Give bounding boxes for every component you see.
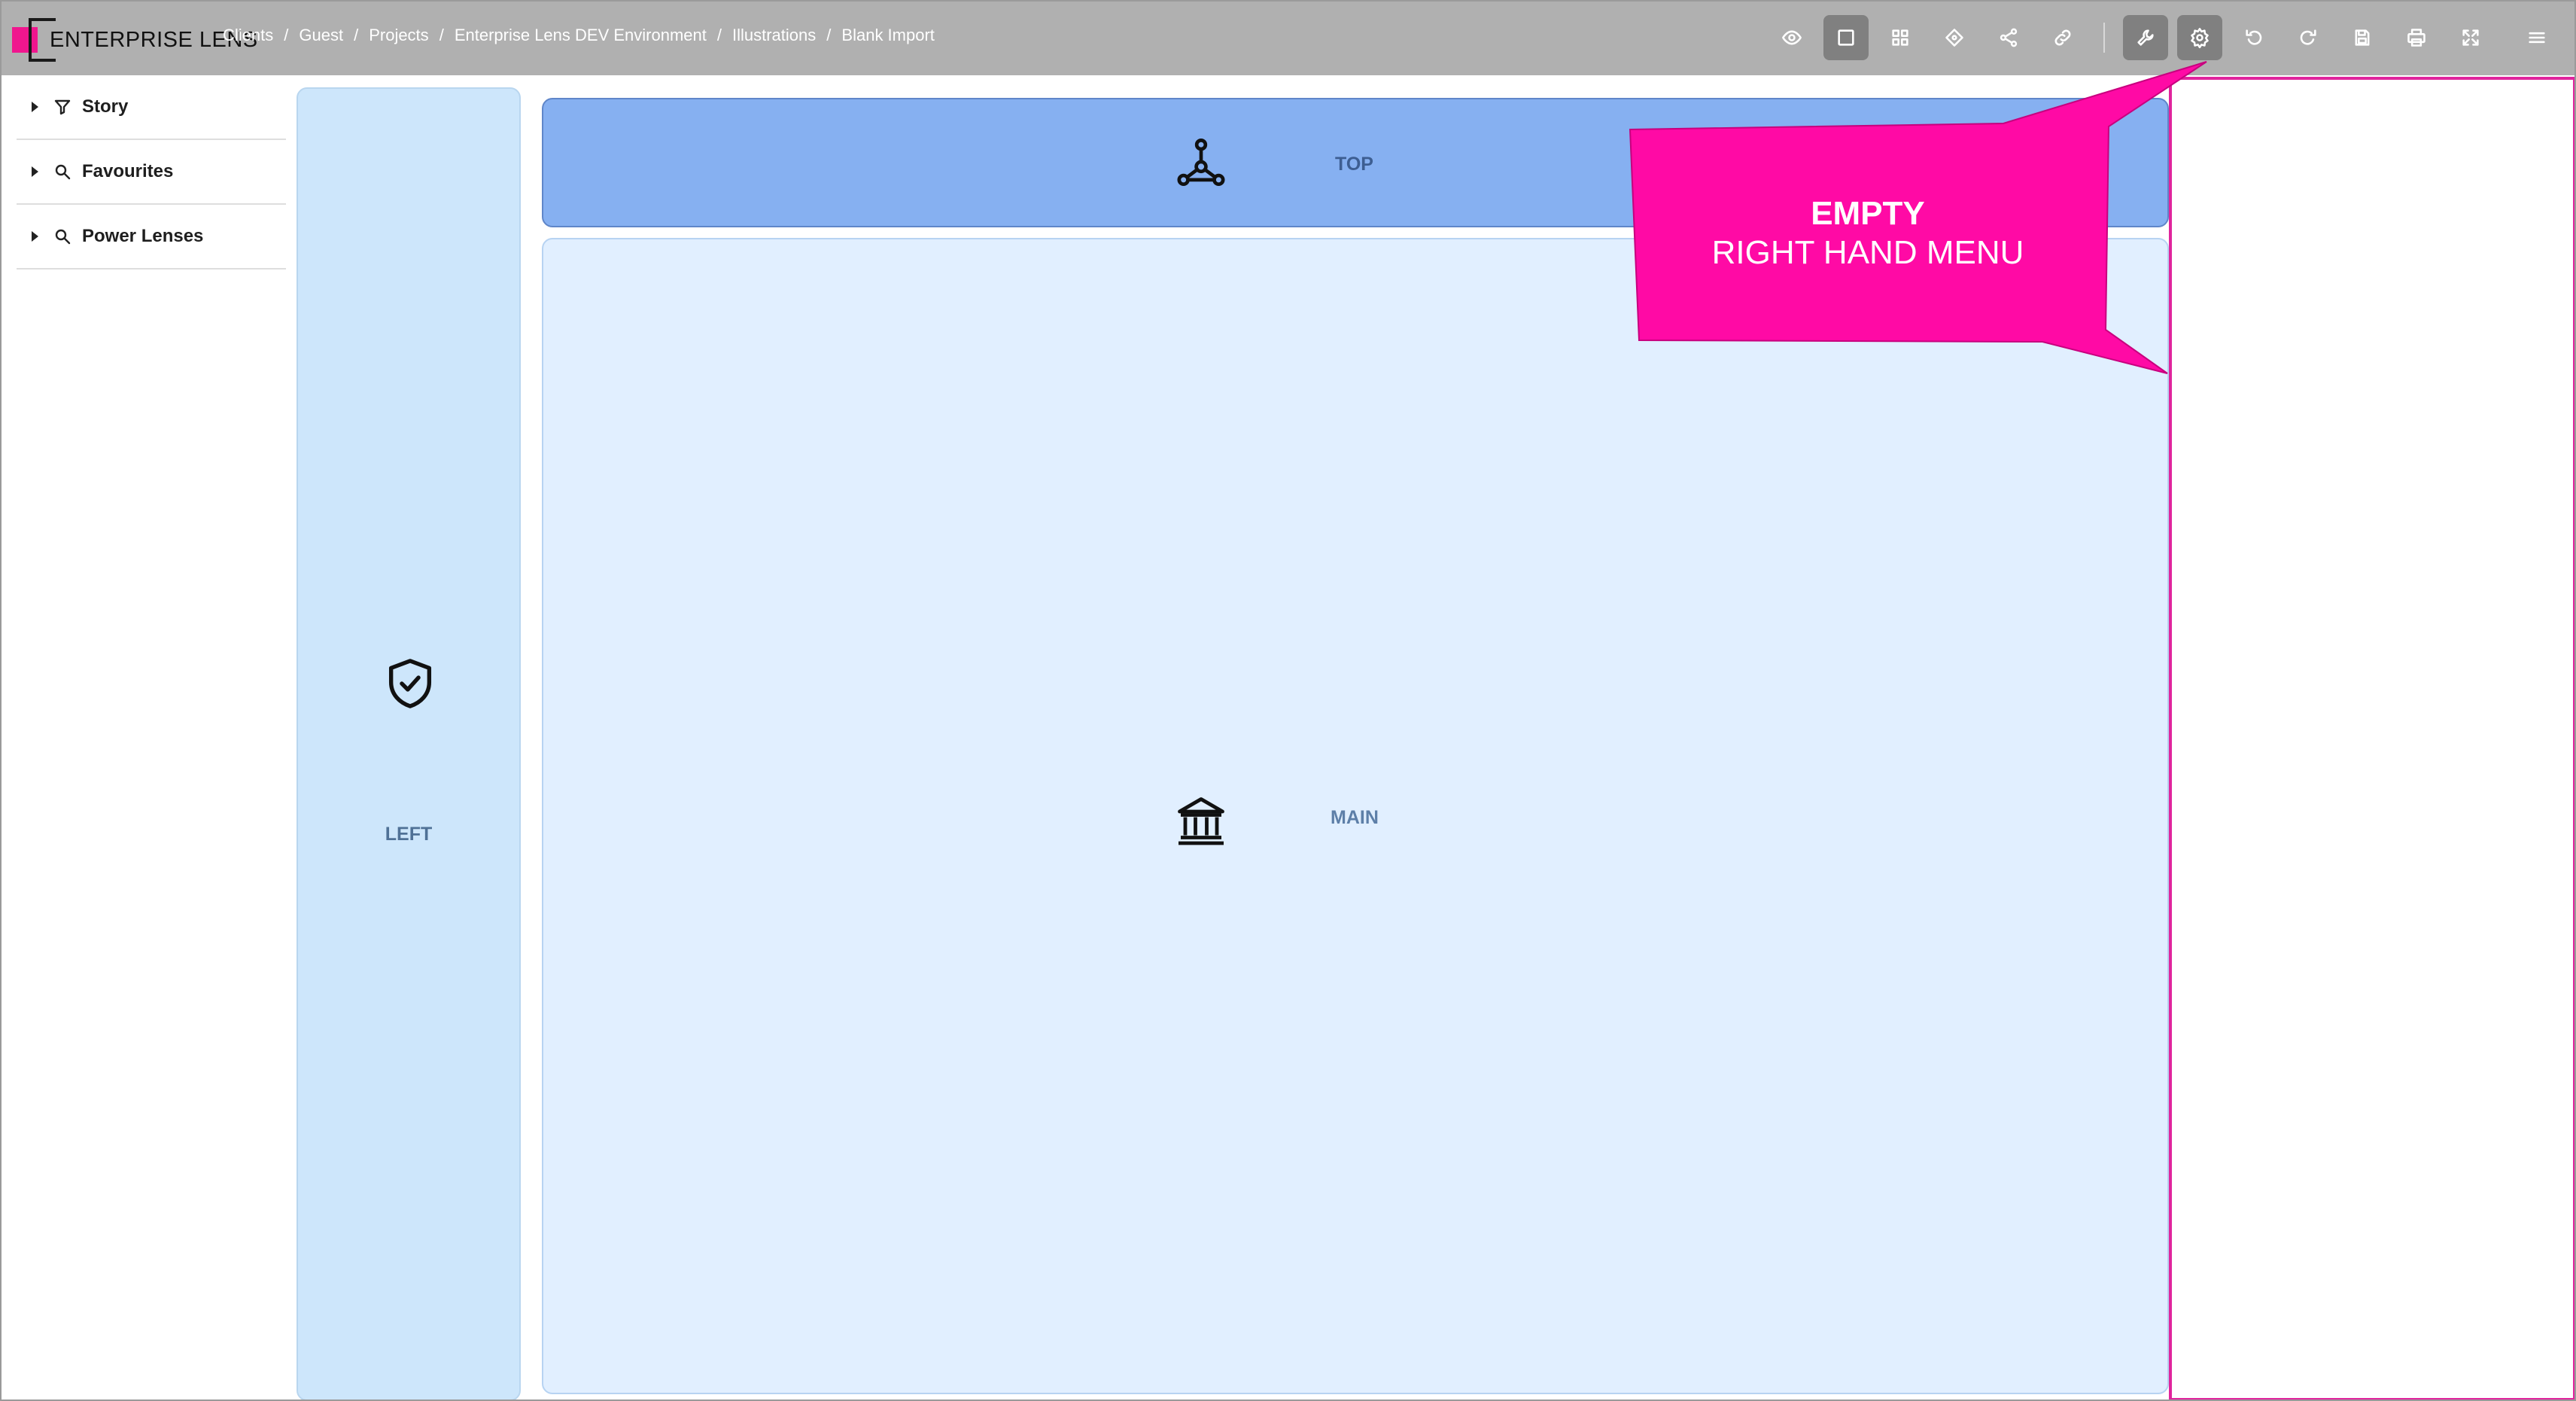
single-view-button[interactable] (1823, 15, 1869, 60)
share-button[interactable] (1986, 15, 2031, 60)
link-icon (2054, 29, 2071, 46)
undo-button[interactable] (2231, 15, 2276, 60)
breadcrumb-separator: / (354, 26, 359, 44)
share-icon (2000, 28, 2018, 47)
breadcrumb-guest[interactable]: Guest (299, 26, 343, 45)
eye-icon (1782, 30, 1802, 45)
breadcrumb-separator: / (826, 26, 832, 44)
settings-button[interactable] (2177, 15, 2222, 60)
hamburger-menu-icon (2529, 32, 2545, 44)
top-bar: ENTERPRISE LENS Clients / Guest / Projec… (2, 2, 2574, 75)
grid-icon (1892, 29, 1908, 46)
filter-icon (54, 99, 71, 115)
toolbar (1760, 14, 2559, 62)
search-icon (55, 164, 71, 180)
nav-item-story[interactable]: Story (17, 75, 286, 140)
main-menu-button[interactable] (2514, 15, 2559, 60)
redo-icon (2300, 29, 2316, 45)
left-panel-label: LEFT (385, 824, 433, 845)
square-icon (1838, 29, 1854, 46)
toolbar-divider (2103, 23, 2105, 53)
breadcrumb-blank-import[interactable]: Blank Import (841, 26, 935, 45)
print-icon (2407, 29, 2425, 47)
network-nodes-icon (1177, 139, 1225, 187)
fullscreen-button[interactable] (2448, 15, 2493, 60)
main-panel: MAIN (542, 238, 2169, 1394)
redo-button[interactable] (2286, 15, 2331, 60)
search-icon (55, 229, 71, 245)
left-panel: LEFT (297, 87, 521, 1399)
gear-icon (2191, 28, 2209, 48)
crosshair-icon (1945, 29, 1963, 47)
nav-item-favourites[interactable]: Favourites (17, 140, 286, 205)
breadcrumb-clients[interactable]: Clients (223, 26, 273, 45)
focus-button[interactable] (1932, 15, 1977, 60)
nav-item-label: Power Lenses (82, 226, 204, 246)
print-button[interactable] (2394, 15, 2439, 60)
save-button[interactable] (2340, 15, 2385, 60)
tools-button[interactable] (2123, 15, 2168, 60)
wrench-icon (2137, 29, 2154, 46)
save-icon (2355, 29, 2370, 46)
caret-right-icon (32, 102, 38, 112)
shield-check-icon (388, 659, 432, 708)
caret-right-icon (32, 166, 38, 177)
caret-right-icon (32, 231, 38, 242)
main-panel-label: MAIN (1331, 807, 1379, 828)
bank-building-icon (1178, 797, 1224, 845)
link-button[interactable] (2040, 15, 2085, 60)
breadcrumb-separator: / (284, 26, 289, 44)
logo-mark-icon (12, 18, 56, 62)
logo[interactable]: ENTERPRISE LENS (12, 18, 258, 62)
view-button[interactable] (1769, 15, 1814, 60)
right-hand-menu-panel (2169, 77, 2574, 1399)
breadcrumb-separator: / (439, 26, 444, 44)
fullscreen-icon (2462, 29, 2479, 46)
breadcrumb-environment[interactable]: Enterprise Lens DEV Environment (455, 26, 707, 45)
nav-item-label: Story (82, 96, 129, 117)
breadcrumb-illustrations[interactable]: Illustrations (732, 26, 816, 45)
annotation-subtitle: RIGHT HAND MENU (1711, 234, 2024, 271)
app-window: ENTERPRISE LENS Clients / Guest / Projec… (0, 0, 2576, 1401)
nav-item-label: Favourites (82, 161, 174, 181)
annotation-title: EMPTY (1811, 195, 1925, 232)
breadcrumb-separator: / (716, 26, 722, 44)
left-navigation: Story Favourites Power Lenses (2, 75, 286, 1399)
breadcrumb: Clients / Guest / Projects / Enterprise … (223, 26, 935, 45)
breadcrumb-projects[interactable]: Projects (369, 26, 428, 45)
grid-view-button[interactable] (1878, 15, 1923, 60)
undo-icon (2246, 29, 2262, 45)
nav-item-power-lenses[interactable]: Power Lenses (17, 205, 286, 270)
annotation-text: EMPTY RIGHT HAND MENU (1635, 194, 2101, 273)
top-panel-label: TOP (1335, 154, 1373, 175)
